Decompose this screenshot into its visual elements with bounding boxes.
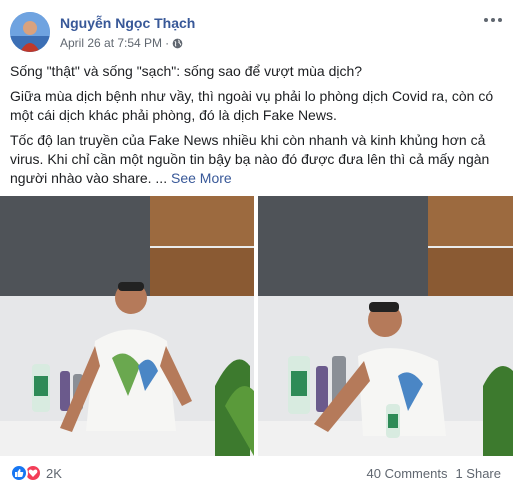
shares-count-link[interactable]: 1 Share <box>455 466 501 481</box>
comments-count-link[interactable]: 40 Comments <box>367 466 448 481</box>
post-meta: April 26 at 7:54 PM · <box>60 36 183 50</box>
post-body: Sống "thật" và sống "sạch": sống sao để … <box>10 62 500 194</box>
reactions-summary[interactable]: 2K <box>10 464 62 482</box>
reaction-count: 2K <box>46 465 62 481</box>
globe-icon[interactable] <box>172 38 183 49</box>
post-paragraph: Tốc độ lan truyền của Fake News nhiều kh… <box>10 132 490 186</box>
post-photo-1[interactable] <box>0 196 254 456</box>
post-headline: Sống "thật" và sống "sạch": sống sao để … <box>10 63 363 79</box>
avatar[interactable] <box>10 12 50 52</box>
author-name[interactable]: Nguyễn Ngọc Thạch <box>60 15 195 31</box>
post-paragraph: Giữa mùa dịch bệnh như vầy, thì ngoài vụ… <box>10 88 494 123</box>
more-options-icon[interactable] <box>483 12 503 28</box>
see-more-link[interactable]: See More <box>171 170 232 186</box>
post-photo-2[interactable] <box>258 196 513 456</box>
like-icon <box>10 464 28 482</box>
meta-separator: · <box>165 36 170 50</box>
post-photos <box>0 196 513 456</box>
post-footer: 2K 40 Comments 1 Share <box>0 458 513 490</box>
post-timestamp[interactable]: April 26 at 7:54 PM <box>60 36 162 50</box>
post-header: Nguyễn Ngọc Thạch April 26 at 7:54 PM · <box>10 10 503 56</box>
post-stats: 40 Comments 1 Share <box>367 466 501 481</box>
